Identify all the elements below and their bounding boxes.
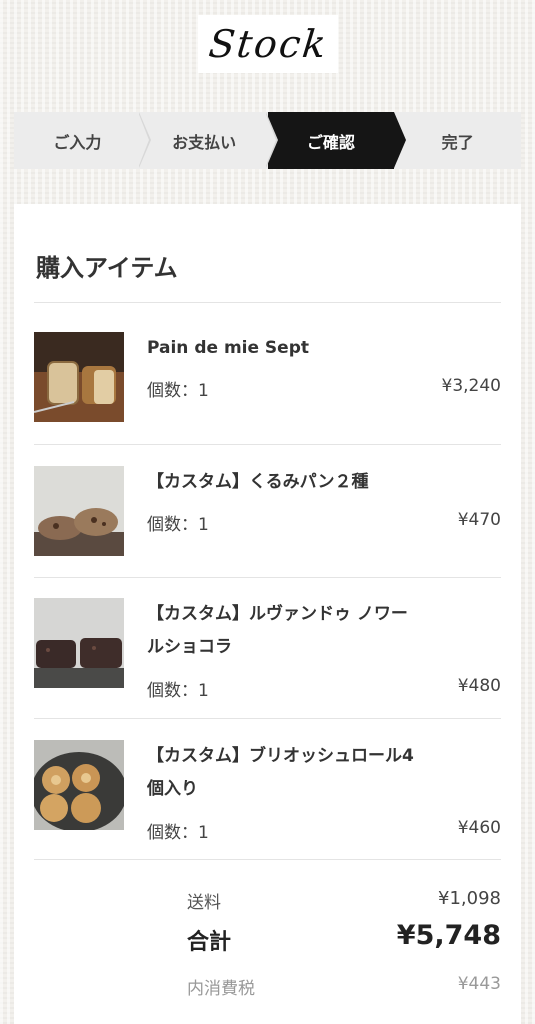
- item-image[interactable]: [34, 740, 124, 830]
- item-image[interactable]: [34, 332, 124, 422]
- item-name-line1: 【カスタム】ルヴァンドゥ ノワー: [147, 604, 408, 624]
- logo: Stock: [198, 15, 338, 73]
- divider: [34, 859, 501, 860]
- list-item[interactable]: 【カスタム】くるみパン２種 個数：1 ¥470: [34, 466, 501, 556]
- total-value: ¥5,748: [396, 920, 501, 951]
- list-item[interactable]: 【カスタム】ブリオッシュロール4 個入り 個数：1 ¥460: [34, 740, 501, 845]
- tax-value: ¥443: [457, 974, 501, 994]
- list-item[interactable]: 【カスタム】ルヴァンドゥ ノワー ルショコラ 個数：1 ¥480: [34, 598, 501, 703]
- step-confirm-label: ご確認: [306, 132, 355, 152]
- step-input-label: ご入力: [53, 132, 102, 152]
- item-name: Pain de mie Sept: [147, 338, 309, 358]
- item-image[interactable]: [34, 598, 124, 688]
- step-payment: お支払い: [141, 112, 278, 169]
- item-price: ¥460: [457, 818, 501, 838]
- step-complete: 完了: [394, 112, 521, 169]
- item-price: ¥480: [457, 676, 501, 696]
- step-confirm: ご確認: [267, 112, 407, 169]
- step-payment-label: お支払い: [172, 132, 237, 152]
- divider: [34, 444, 501, 445]
- step-complete-label: 完了: [441, 132, 474, 152]
- item-quantity: 個数：1: [147, 515, 209, 535]
- item-name-line2: 個入り: [147, 779, 198, 799]
- item-quantity: 個数：1: [147, 681, 209, 701]
- total-label: 合計: [187, 930, 232, 955]
- purchase-card: 購入アイテム Pain de mie Sept 個数：1 ¥3,240 【カスタ…: [14, 204, 521, 1024]
- item-quantity: 個数：1: [147, 823, 209, 843]
- step-input: ご入力: [14, 112, 151, 169]
- divider: [34, 302, 501, 303]
- item-price: ¥470: [457, 510, 501, 530]
- logo-text: Stock: [206, 22, 330, 66]
- item-quantity: 個数：1: [147, 381, 209, 401]
- item-price: ¥3,240: [441, 376, 501, 396]
- divider: [34, 718, 501, 719]
- item-name-line2: ルショコラ: [147, 637, 232, 657]
- checkout-steps: ご入力 お支払い ご確認 完了: [14, 112, 521, 169]
- item-name: 【カスタム】くるみパン２種: [147, 472, 369, 492]
- shipping-value: ¥1,098: [438, 888, 501, 909]
- item-name-line1: 【カスタム】ブリオッシュロール4: [147, 746, 414, 766]
- shipping-label: 送料: [187, 893, 221, 913]
- divider: [34, 577, 501, 578]
- tax-label: 内消費税: [187, 979, 255, 999]
- list-item[interactable]: Pain de mie Sept 個数：1 ¥3,240: [34, 332, 501, 422]
- section-title: 購入アイテム: [36, 254, 178, 282]
- item-image[interactable]: [34, 466, 124, 556]
